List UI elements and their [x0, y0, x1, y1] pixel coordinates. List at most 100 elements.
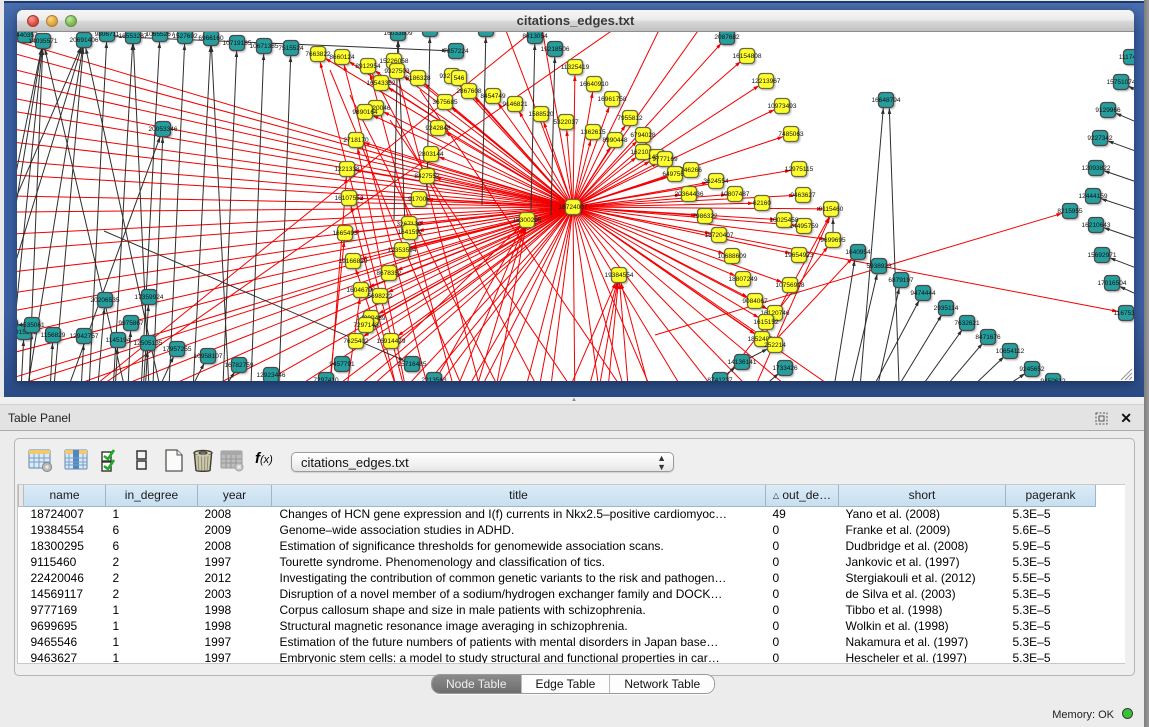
svg-text:1221338: 1221338: [334, 166, 360, 173]
svg-text:3675685: 3675685: [432, 99, 458, 106]
svg-text:7663822: 7663822: [305, 51, 331, 58]
svg-text:16553287: 16553287: [119, 33, 148, 40]
svg-text:10719185: 10719185: [223, 40, 252, 47]
svg-text:20206535: 20206535: [91, 297, 120, 304]
svg-text:15720407: 15720407: [705, 232, 734, 239]
svg-text:2867608: 2867608: [456, 88, 482, 95]
svg-text:7857224: 7857224: [443, 48, 469, 55]
svg-text:7515524: 7515524: [278, 45, 304, 52]
svg-text:8678352: 8678352: [376, 270, 402, 277]
svg-text:10897731: 10897731: [472, 32, 501, 33]
svg-text:9084067: 9084067: [742, 298, 768, 305]
svg-text:12923446: 12923446: [257, 372, 286, 379]
svg-text:16640910: 16640910: [580, 81, 609, 88]
svg-text:18300295: 18300295: [513, 217, 542, 224]
svg-text:16107552: 16107552: [335, 195, 364, 202]
svg-text:917006: 917006: [408, 196, 430, 203]
svg-text:10756928: 10756928: [776, 282, 805, 289]
svg-text:19384554: 19384554: [605, 272, 634, 279]
svg-text:12444159: 12444159: [1079, 193, 1108, 200]
svg-text:12505135: 12505135: [134, 340, 163, 347]
svg-text:6966160: 6966160: [198, 35, 224, 42]
svg-text:9242848: 9242848: [425, 125, 451, 132]
svg-text:16543352: 16543352: [367, 80, 396, 87]
svg-text:8813054: 8813054: [522, 33, 548, 40]
svg-text:16033809: 16033809: [384, 32, 413, 37]
svg-text:1362615: 1362615: [580, 129, 606, 136]
svg-text:1527602: 1527602: [172, 33, 198, 40]
svg-text:546: 546: [454, 75, 465, 82]
svg-text:2087682: 2087682: [714, 34, 740, 41]
svg-text:3624554: 3624554: [703, 178, 729, 185]
svg-text:10671385: 10671385: [250, 43, 279, 50]
svg-text:18807249: 18807249: [729, 276, 758, 283]
svg-text:2213563: 2213563: [421, 377, 447, 381]
svg-text:16961758: 16961758: [598, 96, 627, 103]
svg-text:16782759: 16782759: [225, 362, 254, 369]
svg-text:9975867: 9975867: [118, 320, 144, 327]
svg-text:1156829: 1156829: [41, 332, 66, 339]
svg-text:20053346: 20053346: [149, 126, 178, 133]
svg-text:15716485: 15716485: [398, 361, 427, 368]
svg-text:8741237: 8741237: [707, 377, 733, 381]
svg-text:15751074: 15751074: [1107, 79, 1134, 86]
svg-text:17359924: 17359924: [135, 294, 164, 301]
svg-text:9806711: 9806711: [95, 32, 120, 38]
svg-text:10688609: 10688609: [718, 253, 747, 260]
svg-text:20691406: 20691406: [70, 37, 99, 44]
svg-text:9463627: 9463627: [790, 192, 816, 199]
svg-text:16648794: 16648794: [872, 97, 901, 104]
svg-text:9146821: 9146821: [502, 101, 528, 108]
svg-text:9227342: 9227342: [1087, 135, 1113, 142]
svg-text:4535061: 4535061: [19, 322, 45, 329]
svg-text:9699695: 9699695: [820, 237, 846, 244]
svg-text:5938923: 5938923: [866, 263, 892, 270]
svg-text:16914479: 16914479: [377, 338, 406, 345]
svg-text:1588520: 1588520: [528, 111, 554, 118]
svg-text:17016504: 17016504: [1098, 280, 1127, 287]
svg-text:14136141: 14136141: [728, 359, 757, 366]
svg-text:1615152: 1615152: [753, 319, 779, 326]
svg-text:6879197: 6879197: [888, 277, 914, 284]
svg-text:2718170: 2718170: [343, 137, 369, 144]
svg-text:1733426: 1733426: [772, 365, 798, 372]
svg-text:6794028: 6794028: [630, 132, 656, 139]
svg-text:1145194: 1145194: [106, 337, 131, 344]
svg-text:8471676: 8471676: [975, 334, 1001, 341]
svg-text:9457791: 9457791: [329, 361, 355, 368]
svg-text:7297410: 7297410: [313, 377, 339, 381]
svg-text:12975115: 12975115: [785, 166, 814, 173]
svg-text:8990448: 8990448: [602, 137, 628, 144]
svg-text:17957255: 17957255: [163, 346, 192, 353]
svg-text:7625402: 7625402: [343, 338, 369, 345]
svg-text:8427552: 8427552: [414, 173, 440, 180]
svg-text:7485063: 7485063: [778, 131, 804, 138]
svg-text:7632621: 7632621: [954, 320, 980, 327]
svg-text:9777169: 9777169: [652, 156, 678, 163]
svg-text:252214: 252214: [764, 342, 786, 349]
svg-text:10807487: 10807487: [721, 191, 750, 198]
svg-text:9129966: 9129966: [1095, 107, 1121, 114]
svg-text:19218506: 19218506: [541, 46, 570, 53]
svg-text:15692971: 15692971: [1088, 252, 1117, 259]
svg-text:8641120: 8641120: [418, 32, 443, 33]
svg-text:10025458: 10025458: [770, 217, 799, 224]
svg-text:16154808: 16154808: [733, 53, 762, 60]
svg-text:9474444: 9474444: [910, 290, 936, 297]
svg-text:5698222: 5698222: [367, 293, 393, 300]
svg-text:20364436: 20364436: [675, 191, 704, 198]
svg-text:5322037: 5322037: [553, 119, 579, 126]
svg-text:9890164: 9890164: [352, 109, 378, 116]
svg-text:9115460: 9115460: [819, 206, 844, 213]
svg-text:11325419: 11325419: [561, 64, 590, 71]
svg-text:8912954: 8912954: [355, 63, 381, 70]
svg-text:2935114: 2935114: [934, 305, 959, 312]
svg-text:9450612: 9450612: [1040, 378, 1066, 381]
svg-text:14495759: 14495759: [790, 223, 819, 230]
svg-text:19654923: 19654923: [785, 252, 814, 259]
svg-text:12353594: 12353594: [388, 247, 417, 254]
svg-text:1641592: 1641592: [397, 229, 423, 236]
svg-text:746266: 746266: [680, 167, 702, 174]
svg-text:12942757: 12942757: [70, 333, 99, 340]
svg-text:19166829: 19166829: [339, 258, 368, 265]
